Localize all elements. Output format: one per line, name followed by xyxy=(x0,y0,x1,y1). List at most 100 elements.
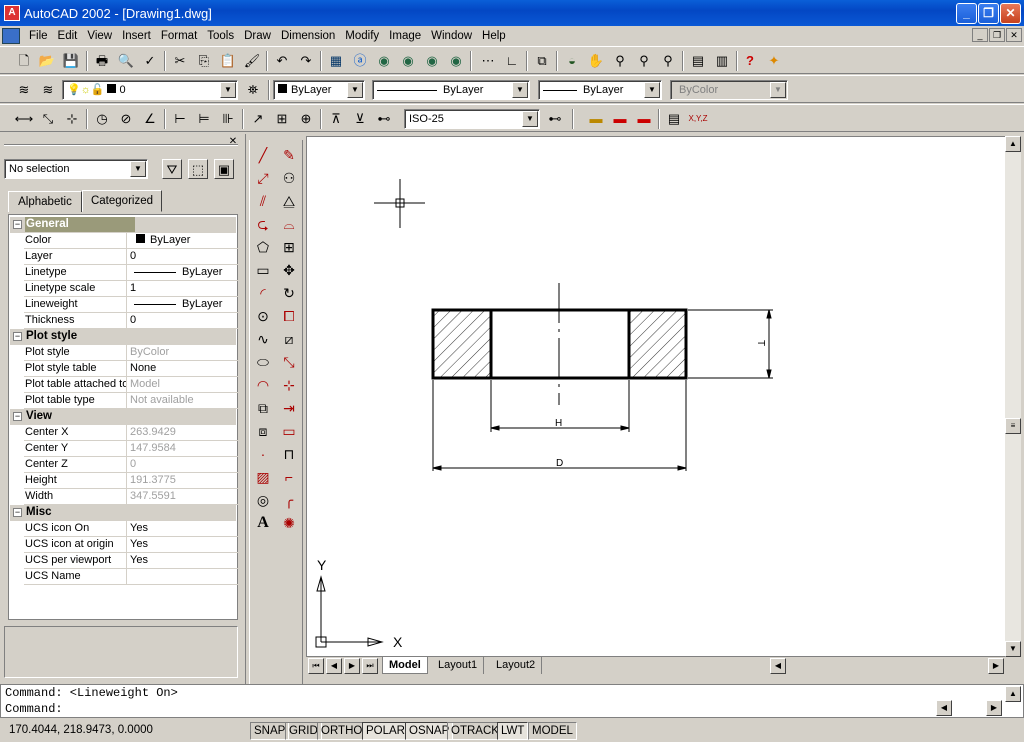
linear-dimension-icon[interactable]: ⟷ xyxy=(14,109,34,129)
text-style-icon[interactable]: ▤ xyxy=(664,109,684,129)
quick-select-icon[interactable]: ⛛ xyxy=(162,159,182,179)
drawing-canvas[interactable]: H D T Y X xyxy=(306,136,1020,657)
doc-close-button[interactable]: ✕ xyxy=(1006,28,1022,42)
ellipse-icon[interactable]: ⬭ xyxy=(252,351,274,373)
3d-orbit-icon[interactable]: ◒ xyxy=(562,51,582,71)
ucs-icon[interactable]: ∟ xyxy=(502,51,522,71)
palette-grip[interactable] xyxy=(4,144,238,146)
color-select[interactable]: ByLayer ▼ xyxy=(273,80,365,100)
scroll-thumb[interactable]: ≡ xyxy=(1005,418,1021,434)
property-row[interactable]: Plot table attached to Model xyxy=(24,377,238,393)
arc-icon[interactable]: ◜ xyxy=(252,282,274,304)
property-row[interactable]: Thickness 0 xyxy=(24,313,238,329)
property-row[interactable]: Plot table type Not available xyxy=(24,393,238,409)
redo-icon[interactable]: ↷ xyxy=(296,51,316,71)
chevron-down-icon[interactable]: ▼ xyxy=(130,161,146,177)
menu-file[interactable]: File xyxy=(24,30,53,42)
menu-dimension[interactable]: Dimension xyxy=(276,30,340,42)
property-row[interactable]: Width 347.5591 xyxy=(24,489,238,505)
ortho-toggle[interactable]: ORTHO xyxy=(317,722,367,740)
property-row[interactable]: Plot style ByColor xyxy=(24,345,238,361)
lineweight-select[interactable]: ByLayer ▼ xyxy=(538,80,662,100)
lineweight-settings-icon[interactable]: ▬ xyxy=(586,109,606,129)
design-center-icon[interactable]: ▦ xyxy=(326,51,346,71)
design-center-palette-icon[interactable]: ▥ xyxy=(712,51,732,71)
hyperlink-icon[interactable]: ⓐ xyxy=(350,51,370,71)
cmd-scroll-right-icon[interactable]: ▶ xyxy=(986,700,1002,716)
chevron-down-icon[interactable]: ▼ xyxy=(220,82,236,98)
rotate-icon[interactable]: ↻ xyxy=(278,282,300,304)
menu-tools[interactable]: Tools xyxy=(202,30,239,42)
break-at-point-icon[interactable]: ⊓ xyxy=(278,443,300,465)
undo-icon[interactable]: ↶ xyxy=(272,51,292,71)
menu-edit[interactable]: Edit xyxy=(53,30,83,42)
save-icon[interactable]: 💾 xyxy=(61,51,81,71)
layer-manager-icon[interactable]: ≋ xyxy=(14,80,34,100)
first-tab-icon[interactable]: ⏮ xyxy=(308,658,324,674)
menu-view[interactable]: View xyxy=(82,30,117,42)
named-views-icon[interactable]: ⧉ xyxy=(532,51,552,71)
property-row[interactable]: Color ByLayer xyxy=(24,233,238,249)
tracking-icon[interactable]: ⋯ xyxy=(478,51,498,71)
menu-insert[interactable]: Insert xyxy=(117,30,156,42)
property-row[interactable]: Linetype scale 1 xyxy=(24,281,238,297)
multiline-text-icon[interactable]: A xyxy=(252,512,274,534)
insert-block-icon[interactable]: ⧉ xyxy=(252,397,274,419)
dimension-style-icon[interactable]: ⊷ xyxy=(545,109,565,129)
cmd-scroll-left-icon[interactable]: ◀ xyxy=(936,700,952,716)
scroll-up-icon[interactable]: ▲ xyxy=(1005,136,1021,152)
property-row[interactable]: Linetype ByLayer xyxy=(24,265,238,281)
chevron-down-icon[interactable]: ▼ xyxy=(522,111,538,127)
dimension-update-icon[interactable]: ⊷ xyxy=(374,109,394,129)
angular-dimension-icon[interactable]: ∠ xyxy=(140,109,160,129)
stretch-icon[interactable]: ⧄ xyxy=(278,328,300,350)
copy-object-icon[interactable]: ⚇ xyxy=(278,167,300,189)
fillet-icon[interactable]: ╭ xyxy=(278,489,300,511)
last-tab-icon[interactable]: ⏭ xyxy=(362,658,378,674)
menu-window[interactable]: Window xyxy=(426,30,477,42)
mirror-icon[interactable]: ⧋ xyxy=(278,190,300,212)
polygon-icon[interactable]: ⬠ xyxy=(252,236,274,258)
extend-icon[interactable]: ⇥ xyxy=(278,397,300,419)
open-icon[interactable]: 📂 xyxy=(37,51,57,71)
property-row[interactable]: Center X 263.9429 xyxy=(24,425,238,441)
polar-toggle[interactable]: POLAR xyxy=(362,722,409,740)
maximize-button[interactable]: ❐ xyxy=(978,3,999,24)
match-properties-icon[interactable]: 🖌 xyxy=(242,51,262,71)
minimize-button[interactable]: _ xyxy=(956,3,977,24)
menu-modify[interactable]: Modify xyxy=(340,30,384,42)
explode-icon[interactable]: ✺ xyxy=(278,512,300,534)
properties-icon[interactable]: ▤ xyxy=(688,51,708,71)
scroll-right-icon[interactable]: ▶ xyxy=(988,658,1004,674)
point-icon[interactable]: · xyxy=(252,443,274,465)
washer-section[interactable] xyxy=(431,283,688,405)
property-row[interactable]: Center Z0 xyxy=(24,457,238,473)
collapse-icon[interactable]: − xyxy=(13,508,22,517)
pickadd-icon[interactable]: ▣ xyxy=(214,159,234,179)
property-row[interactable]: UCS Name xyxy=(24,569,238,585)
model-toggle[interactable]: MODEL xyxy=(528,722,577,740)
make-block-icon[interactable]: ⧈ xyxy=(252,420,274,442)
paste-icon[interactable]: 📋 xyxy=(218,51,238,71)
tab-model[interactable]: Model xyxy=(382,657,428,674)
vertical-scrollbar[interactable]: ▲ ≡ ▼ xyxy=(1005,136,1021,657)
category-plot-style[interactable]: − Plot style xyxy=(10,329,236,345)
trim-icon[interactable]: ⊹ xyxy=(278,374,300,396)
close-button[interactable]: ✕ xyxy=(1000,3,1021,24)
menu-image[interactable]: Image xyxy=(384,30,426,42)
property-row[interactable]: Layer 0 xyxy=(24,249,238,265)
chamfer-icon[interactable]: ⌐ xyxy=(278,466,300,488)
scroll-down-icon[interactable]: ▼ xyxy=(1005,641,1021,657)
layer-icon[interactable]: ▬ xyxy=(610,109,630,129)
pan-icon[interactable]: ✋ xyxy=(586,51,606,71)
command-window[interactable]: Command: <Lineweight On> Command: xyxy=(0,684,1024,718)
hatch-icon[interactable]: ▨ xyxy=(252,466,274,488)
circle-icon[interactable]: ⊙ xyxy=(252,305,274,327)
continue-dimension-icon[interactable]: ⊪ xyxy=(218,109,238,129)
collapse-icon[interactable]: − xyxy=(13,220,22,229)
diameter-dimension-icon[interactable]: ⊘ xyxy=(116,109,136,129)
copy-icon[interactable]: ⎘ xyxy=(194,51,214,71)
markup-icon[interactable]: ◉ xyxy=(446,51,466,71)
tab-categorized[interactable]: Categorized xyxy=(82,190,162,212)
otrack-toggle[interactable]: OTRACK xyxy=(447,722,503,740)
